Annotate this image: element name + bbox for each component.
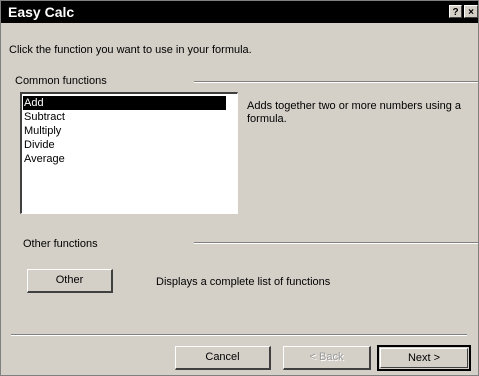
easy-calc-dialog: Easy Calc ? × Click the function you wan… (0, 0, 479, 376)
window-title: Easy Calc (8, 4, 75, 20)
help-icon[interactable]: ? (449, 5, 462, 18)
other-button[interactable]: Other (27, 269, 113, 293)
other-functions-description: Displays a complete list of functions (156, 276, 331, 288)
list-item-subtract[interactable]: Subtract (23, 110, 237, 124)
common-functions-divider (194, 81, 478, 83)
list-item-add[interactable]: Add (23, 96, 226, 110)
other-button-label: Other (55, 274, 84, 286)
other-functions-label: Other functions (23, 238, 98, 250)
footer-divider (11, 334, 467, 336)
list-item-average[interactable]: Average (23, 152, 237, 166)
title-bar[interactable]: Easy Calc ? × (1, 1, 478, 23)
list-item-multiply[interactable]: Multiply (23, 124, 237, 138)
functions-listbox[interactable]: Add Subtract Multiply Divide Average (20, 92, 238, 214)
close-icon[interactable]: × (464, 5, 478, 18)
next-button-label: Next > (407, 352, 441, 364)
cancel-button-label: Cancel (205, 351, 240, 363)
other-functions-divider (194, 242, 478, 244)
back-button[interactable]: < Back (283, 346, 371, 370)
next-button[interactable]: Next > (377, 345, 471, 371)
back-button-label: < Back (309, 351, 344, 363)
common-functions-label: Common functions (15, 75, 107, 87)
instruction-text: Click the function you want to use in yo… (9, 44, 252, 56)
function-description: Adds together two or more numbers using … (247, 100, 462, 125)
cancel-button[interactable]: Cancel (175, 346, 271, 370)
list-item-divide[interactable]: Divide (23, 138, 237, 152)
